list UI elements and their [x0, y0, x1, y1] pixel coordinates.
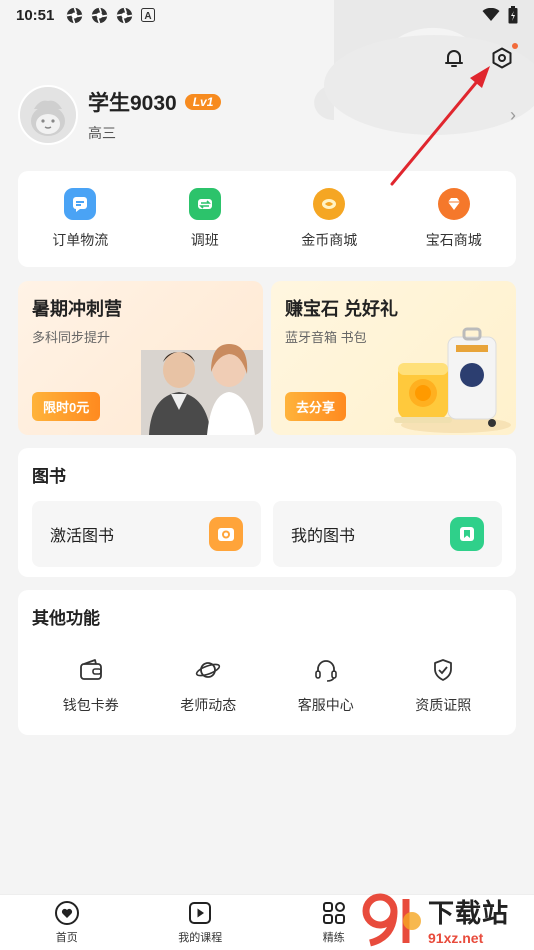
other-functions-section: 其他功能 钱包卡券 老师动态 客服中心 资质证照: [18, 590, 516, 735]
book-tile-label: 我的图书: [291, 528, 356, 545]
avatar-mascot-icon: [20, 87, 76, 143]
promo-share-button[interactable]: 去分享: [285, 392, 347, 421]
activate-book-tile[interactable]: 激活图书: [32, 501, 261, 567]
watermark-title: 下载站: [428, 897, 510, 928]
status-bar: 10:51 A: [0, 0, 534, 30]
user-name: 学生9030: [88, 92, 177, 115]
play-square-icon: [189, 902, 212, 924]
tab-label: 精练: [322, 932, 345, 944]
headset-icon: [314, 660, 337, 682]
function-label: 老师动态: [180, 697, 237, 713]
quick-link-change-class[interactable]: 调班: [143, 171, 268, 267]
tab-label: 我的课程: [178, 932, 223, 944]
swap-icon: [188, 188, 221, 220]
promo-earn-gems[interactable]: 赚宝石 兑好礼 蓝牙音箱 书包 去分享: [271, 281, 516, 435]
system-icons: [482, 6, 518, 24]
coin-icon: [313, 188, 346, 220]
wifi-icon: [482, 8, 500, 21]
bookmark-icon: [450, 517, 484, 551]
quick-link-label: 宝石商城: [425, 232, 482, 248]
promo-free-button[interactable]: 限时0元: [32, 392, 101, 421]
promo-title: 暑期冲刺营: [32, 299, 122, 319]
promo-title: 赚宝石 兑好礼: [285, 299, 399, 319]
function-label: 客服中心: [297, 697, 354, 713]
settings-hex-icon: [492, 47, 512, 69]
chevron-right-icon[interactable]: ›: [510, 105, 516, 126]
watermark-91-icon: [362, 893, 421, 947]
profile-header[interactable]: 学生9030 Lv1 高三 ›: [18, 84, 516, 146]
planet-icon: [196, 662, 221, 678]
books-section: 图书 激活图书 我的图书: [18, 448, 516, 577]
promo-subtitle: 多科同步提升: [32, 330, 111, 345]
battery-icon: [508, 6, 518, 24]
user-grade: 高三: [88, 125, 116, 141]
quick-link-label: 调班: [190, 232, 219, 248]
gem-icon: [437, 188, 470, 220]
customer-service-item[interactable]: 客服中心: [267, 657, 385, 715]
home-heart-icon: [54, 901, 79, 925]
watermark-logo: 下载站 91xz.net: [360, 890, 530, 948]
my-books-tile[interactable]: 我的图书: [273, 501, 502, 567]
bell-icon: [445, 50, 463, 67]
qualifications-item[interactable]: 资质证照: [385, 657, 503, 715]
aperture-icon: [67, 7, 83, 23]
watermark-url: 91xz.net: [428, 929, 484, 946]
section-title: 图书: [32, 467, 66, 486]
function-label: 钱包卡券: [62, 697, 119, 713]
promo-row: 暑期冲刺营 多科同步提升 限时0元 赚宝石 兑好礼 蓝牙音箱 书包 去分享: [18, 281, 516, 435]
shield-check-icon: [434, 659, 453, 681]
quick-link-label: 订单物流: [52, 232, 109, 248]
tab-label: 首页: [55, 932, 78, 944]
quick-links-card: 订单物流 调班 金币商城 宝石商城: [18, 171, 516, 267]
top-actions: [440, 43, 518, 72]
aperture-icon: [117, 7, 133, 23]
camera-book-icon: [209, 517, 243, 551]
tab-my-courses[interactable]: 我的课程: [134, 895, 268, 950]
aperture-icon: [92, 7, 108, 23]
wallet-coupons-item[interactable]: 钱包卡券: [32, 657, 150, 715]
order-icon: [64, 188, 97, 220]
notification-icons: A: [66, 7, 156, 24]
settings-button[interactable]: [488, 43, 518, 72]
grid-icon: [322, 902, 345, 924]
quick-link-order-logistics[interactable]: 订单物流: [18, 171, 143, 267]
book-tile-label: 激活图书: [50, 528, 115, 545]
teacher-updates-item[interactable]: 老师动态: [150, 657, 268, 715]
svg-text:A: A: [145, 11, 152, 22]
quick-link-gem-mall[interactable]: 宝石商城: [392, 171, 517, 267]
status-time: 10:51: [16, 6, 55, 24]
quick-link-coin-mall[interactable]: 金币商城: [267, 171, 392, 267]
notifications-button[interactable]: [440, 44, 468, 72]
settings-notification-dot: [512, 43, 518, 49]
section-title: 其他功能: [32, 609, 100, 628]
tab-home[interactable]: 首页: [0, 895, 134, 950]
a-box-icon: A: [141, 8, 156, 22]
avatar[interactable]: [18, 85, 78, 145]
quick-link-label: 金币商城: [301, 232, 358, 248]
function-label: 资质证照: [415, 697, 472, 713]
promo-subtitle: 蓝牙音箱 书包: [285, 330, 367, 345]
wallet-icon: [79, 659, 102, 680]
promo-summer-camp[interactable]: 暑期冲刺营 多科同步提升 限时0元: [18, 281, 263, 435]
level-badge: Lv1: [184, 94, 222, 110]
